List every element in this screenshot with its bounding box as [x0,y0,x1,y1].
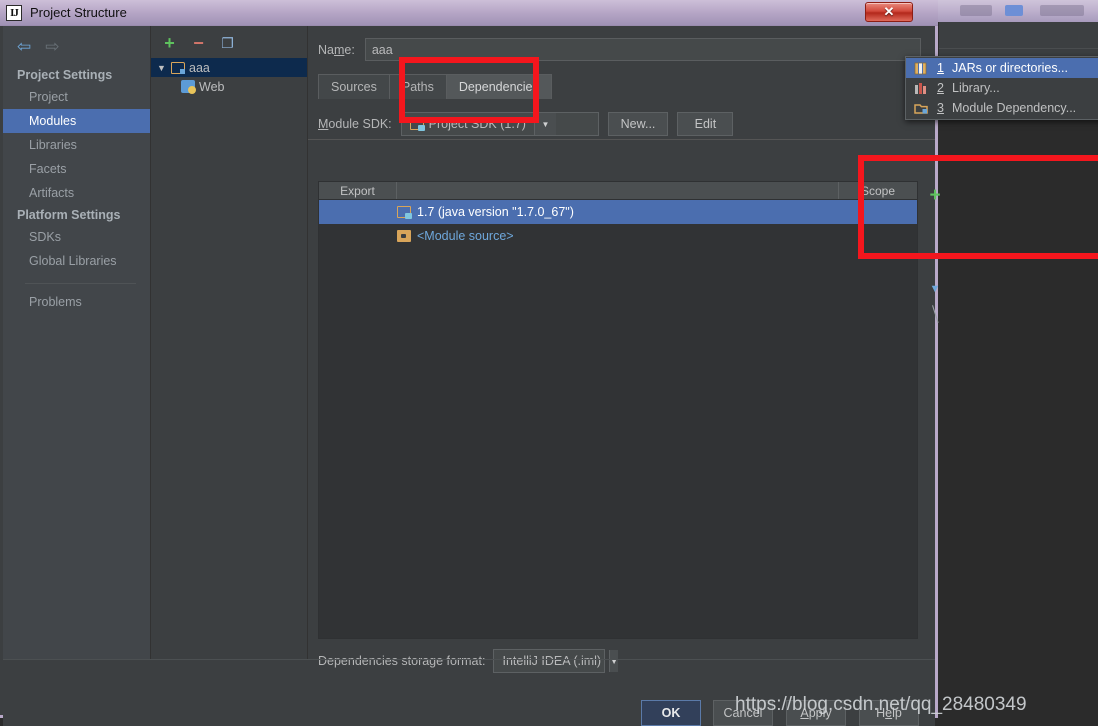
menu-item-mnemonic: 1 [936,61,945,75]
chevron-down-icon[interactable]: ▼ [609,650,618,672]
tab-paths[interactable]: Paths [389,74,447,99]
menu-item-mnemonic: 2 [936,81,945,95]
column-header-name[interactable] [397,182,839,199]
screenshot-root: IJ Project Structure ✕ ⇦ ⇨ Project Setti… [0,0,1098,726]
module-name-label: Name: [318,43,355,57]
sdk-icon [397,206,411,218]
menu-item-label: Library... [952,81,1000,95]
back-arrow-icon[interactable]: ⇦ [17,38,31,55]
sidebar-item-facets[interactable]: Facets [3,157,150,181]
source-folder-icon [397,230,411,242]
dialog-titlebar: IJ Project Structure ✕ [0,0,938,26]
tab-separator [308,139,935,140]
tab-sources[interactable]: Sources [318,74,390,99]
background-editor [939,73,1098,726]
project-structure-dialog: IJ Project Structure ✕ ⇦ ⇨ Project Setti… [0,0,938,718]
storage-format-label: Dependencies storage format: [318,654,485,668]
chevron-down-icon[interactable]: ▼ [534,113,556,135]
library-icon [914,82,929,95]
module-tree-toolbar: + − ❐ [151,26,307,58]
add-module-icon[interactable]: + [161,34,178,52]
edit-dependency-icon[interactable]: ╱ [927,306,943,322]
storage-format-value: IntelliJ IDEA (.iml) [494,654,609,668]
module-sdk-row: Module SDK: Project SDK (1.7) ▼ New... E… [308,99,935,136]
module-tab-bar: Sources Paths Dependencies [318,74,935,99]
module-icon [171,62,185,74]
tree-node-facet[interactable]: Web [151,77,307,96]
sidebar-item-global-libraries[interactable]: Global Libraries [3,249,150,273]
panel-divider [3,659,935,660]
dependencies-side-toolbar: + ▼ ╱ [921,181,949,321]
sidebar-item-project[interactable]: Project [3,85,150,109]
table-row[interactable]: <Module source> [319,224,917,248]
tree-node-label: Web [199,80,224,94]
remove-module-icon[interactable]: − [190,34,207,52]
dependency-name: 1.7 (java version "1.7.0_67") [417,205,574,219]
web-facet-icon [181,80,195,93]
sidebar-divider [25,283,136,284]
module-detail-panel: Name: Sources Paths Dependencies Module … [308,26,935,659]
sidebar-item-modules[interactable]: Modules [3,109,150,133]
sidebar-nav-arrows: ⇦ ⇨ [3,26,150,65]
menu-item-label: Module Dependency... [952,101,1076,115]
dependencies-table-header: Export Scope [319,182,917,200]
background-toolbar-row [939,22,1098,48]
intellij-idea-icon: IJ [6,5,22,21]
tree-node-label: aaa [189,61,210,75]
module-name-input[interactable] [365,38,921,61]
module-tree-panel: + − ❐ ▼ aaa Web [151,26,308,659]
menu-item-label: JARs or directories... [952,61,1068,75]
sidebar-item-libraries[interactable]: Libraries [3,133,150,157]
sidebar-group-platform-settings: Platform Settings [3,205,150,225]
sdk-icon [410,118,424,130]
new-sdk-button[interactable]: New... [608,112,669,136]
sidebar-group-project-settings: Project Settings [3,65,150,85]
menu-item-module-dependency[interactable]: 3 Module Dependency... [906,98,1098,118]
dependencies-table: Export Scope 1.7 (java version "1.7.0_67… [318,181,918,639]
column-header-scope[interactable]: Scope [839,182,917,199]
menu-item-jars-or-directories[interactable]: 1 JARs or directories... [906,58,1098,78]
tab-dependencies[interactable]: Dependencies [446,74,552,99]
copy-module-icon[interactable]: ❐ [219,36,236,50]
column-header-export[interactable]: Export [319,182,397,199]
module-name-row: Name: [308,26,935,61]
storage-format-combo[interactable]: IntelliJ IDEA (.iml) ▼ [493,649,605,673]
add-dependency-icon[interactable]: + [929,186,940,205]
edit-sdk-button[interactable]: Edit [677,112,733,136]
move-down-icon[interactable]: ▼ [930,284,941,295]
watermark: https://blog.csdn.net/qq_28480349 [735,694,1027,716]
dependency-name: <Module source> [417,229,514,243]
table-row[interactable]: 1.7 (java version "1.7.0_67") [319,200,917,224]
chevron-down-icon[interactable]: ▼ [157,63,167,73]
dialog-client-area: ⇦ ⇨ Project Settings Project Modules Lib… [3,26,935,715]
menu-item-library[interactable]: 2 Library... [906,78,1098,98]
module-dep-icon [914,102,929,115]
module-sdk-value-wrap: Project SDK (1.7) [402,117,534,131]
module-sdk-combo[interactable]: Project SDK (1.7) ▼ [401,112,599,136]
dialog-title: Project Structure [30,5,127,20]
module-sdk-label: Module SDK: [318,117,392,131]
close-window-button[interactable]: ✕ [865,2,913,22]
sidebar-item-artifacts[interactable]: Artifacts [3,181,150,205]
sidebar-item-sdks[interactable]: SDKs [3,225,150,249]
tree-node-module[interactable]: ▼ aaa [151,58,307,77]
dependencies-storage-format-row: Dependencies storage format: IntelliJ ID… [318,649,605,673]
forward-arrow-icon[interactable]: ⇨ [45,38,59,55]
menu-item-mnemonic: 3 [936,101,945,115]
module-sdk-value: Project SDK (1.7) [429,117,526,131]
settings-sidebar: ⇦ ⇨ Project Settings Project Modules Lib… [3,26,151,659]
sidebar-item-problems[interactable]: Problems [3,290,150,314]
jar-icon [914,62,929,75]
add-dependency-popup-menu: 1 JARs or directories... 2 Library... [905,56,1098,120]
ok-button[interactable]: OK [641,700,701,726]
